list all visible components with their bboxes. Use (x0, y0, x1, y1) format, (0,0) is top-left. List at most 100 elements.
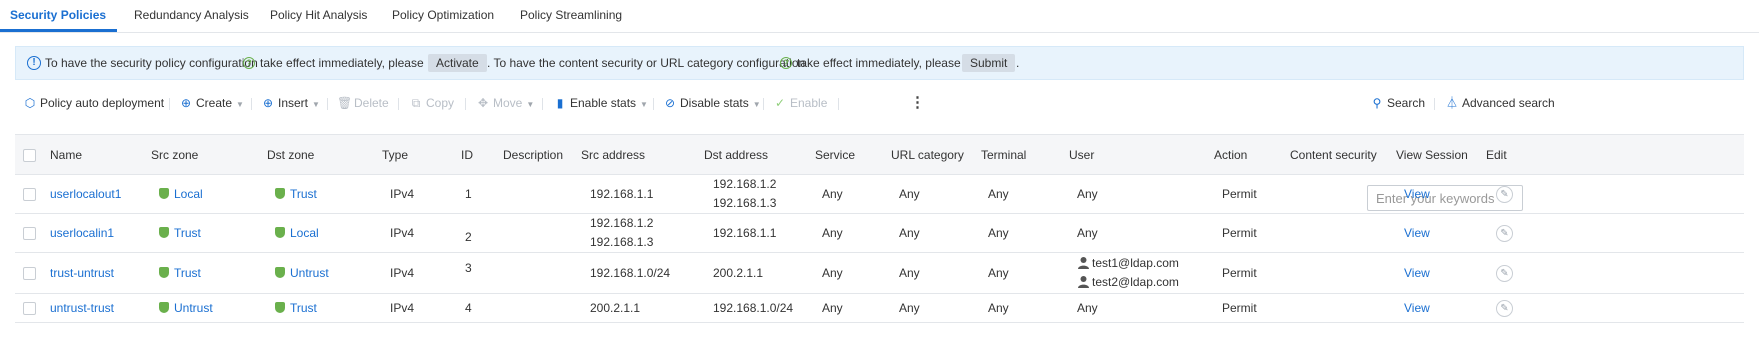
divider (465, 98, 466, 110)
shield-icon (275, 302, 285, 313)
table-row[interactable]: untrust-trust Untrust Trust IPv4 4 200.2… (15, 293, 1744, 323)
policy-table: Name Src zone Dst zone Type ID Descripti… (15, 134, 1744, 323)
dst-zone-link[interactable]: Local (290, 226, 319, 240)
column-header-url-category[interactable]: URL category (891, 134, 981, 175)
view-session-link[interactable]: View (1404, 266, 1430, 280)
id-cell: 3 (457, 252, 503, 294)
column-header-dst-zone[interactable]: Dst zone (267, 134, 382, 175)
edit-icon[interactable]: ✎ (1496, 224, 1513, 242)
dst-zone-link[interactable]: Untrust (290, 266, 329, 280)
tab-security-policies[interactable]: Security Policies (10, 0, 106, 30)
tab-policy-streamlining[interactable]: Policy Streamlining (520, 0, 622, 30)
id-cell: 2 (457, 213, 503, 253)
id-cell: 4 (457, 293, 503, 323)
row-checkbox[interactable] (23, 267, 36, 281)
tab-policy-optimization[interactable]: Policy Optimization (392, 0, 494, 30)
user-cell: Any (1069, 213, 1214, 253)
src-zone-link[interactable]: Untrust (174, 301, 213, 315)
dst-zone-link[interactable]: Trust (290, 187, 317, 201)
search-button[interactable]: ⚲ Search (1370, 88, 1425, 118)
check-circle-icon: ✓ (774, 96, 786, 110)
column-header-edit[interactable]: Edit (1486, 134, 1744, 175)
column-header-content-security[interactable]: Content security (1290, 134, 1396, 175)
edit-icon[interactable]: ✎ (1496, 299, 1513, 317)
divider (169, 98, 170, 110)
src-zone-link[interactable]: Trust (174, 266, 201, 280)
enable-label: Enable (790, 96, 828, 110)
more-options-icon[interactable]: ⋮ (910, 88, 925, 118)
column-header-description[interactable]: Description (503, 134, 581, 175)
column-header-service[interactable]: Service (815, 134, 891, 175)
dst-zone-link[interactable]: Trust (290, 301, 317, 315)
notice-text-1: To have the security policy configuratio… (45, 56, 258, 70)
enable-stats-button[interactable]: ▮ Enable stats ▼ (553, 88, 648, 118)
column-header-terminal[interactable]: Terminal (981, 134, 1069, 175)
tab-redundancy-analysis[interactable]: Redundancy Analysis (134, 0, 249, 30)
content-security-cell (1290, 252, 1396, 294)
divider (251, 98, 252, 110)
table-row[interactable]: userlocalout1 Local Trust IPv4 1 192.168… (15, 174, 1744, 214)
description-cell (503, 213, 581, 253)
shield-icon (159, 227, 169, 238)
active-tab-indicator (0, 29, 117, 32)
shield-icon (159, 267, 169, 278)
column-header-dst-address[interactable]: Dst address (704, 134, 815, 175)
divider (653, 98, 654, 110)
dst-address-value: 192.168.1.0/24 (713, 300, 794, 315)
action-cell: Permit (1214, 213, 1290, 253)
table-row[interactable]: trust-untrust Trust Untrust IPv4 3 192.1… (15, 252, 1744, 294)
disable-stats-button[interactable]: ⊘ Disable stats ▼ (663, 88, 761, 118)
insert-button[interactable]: ⊕ Insert ▼ (261, 88, 320, 118)
copy-button[interactable]: ⧉ Copy (409, 88, 454, 118)
toolbar: ⬡ Policy auto deployment ⊕ Create ▼ ⊕ Insert… (0, 88, 1759, 211)
delete-button[interactable]: 🗑 Delete (337, 88, 389, 118)
url-category-cell: Any (891, 252, 981, 294)
edit-icon[interactable]: ✎ (1496, 185, 1513, 203)
column-header-name[interactable]: Name (50, 134, 151, 175)
policy-name-link[interactable]: trust-untrust (50, 266, 114, 280)
terminal-cell: Any (981, 174, 1069, 214)
view-session-link[interactable]: View (1404, 187, 1430, 201)
service-cell: Any (815, 213, 891, 253)
column-header-type[interactable]: Type (382, 134, 457, 175)
advanced-search-button[interactable]: ⏃ Advanced search (1445, 88, 1555, 118)
table-row[interactable]: userlocalin1 Trust Local IPv4 2 192.168.… (15, 213, 1744, 253)
help-icon[interactable]: ? (780, 57, 792, 69)
create-button[interactable]: ⊕ Create ▼ (179, 88, 244, 118)
row-checkbox[interactable] (23, 188, 36, 202)
view-session-link[interactable]: View (1404, 301, 1430, 315)
user-icon (1078, 276, 1089, 288)
dst-address-value: 200.2.1.1 (713, 265, 764, 280)
dst-address-value: 192.168.1.2 (713, 177, 777, 191)
move-button[interactable]: ✥ Move ▼ (476, 88, 534, 118)
row-checkbox[interactable] (23, 227, 36, 241)
policy-auto-deployment-button[interactable]: ⬡ Policy auto deployment (23, 88, 164, 118)
type-cell: IPv4 (382, 293, 457, 323)
column-header-user[interactable]: User (1069, 134, 1214, 175)
enable-button[interactable]: ✓ Enable (773, 88, 827, 118)
column-header-src-address[interactable]: Src address (581, 134, 704, 175)
edit-icon[interactable]: ✎ (1496, 264, 1513, 282)
tab-policy-hit-analysis[interactable]: Policy Hit Analysis (270, 0, 367, 30)
bar-chart-icon: ▮ (556, 96, 564, 110)
policy-name-link[interactable]: userlocalin1 (50, 226, 114, 240)
type-cell: IPv4 (382, 174, 457, 214)
activate-button[interactable]: Activate (428, 54, 487, 72)
column-header-src-zone[interactable]: Src zone (151, 134, 267, 175)
submit-button[interactable]: Submit (962, 54, 1016, 72)
row-checkbox[interactable] (23, 302, 36, 316)
column-header-id[interactable]: ID (457, 134, 503, 175)
view-session-link[interactable]: View (1404, 226, 1430, 240)
src-zone-link[interactable]: Trust (174, 226, 201, 240)
help-icon[interactable]: ? (243, 57, 255, 69)
select-all-checkbox[interactable] (23, 148, 36, 162)
src-zone-link[interactable]: Local (174, 187, 203, 201)
description-cell (503, 174, 581, 214)
policy-name-link[interactable]: untrust-trust (50, 301, 114, 315)
column-header-view-session[interactable]: View Session (1396, 134, 1486, 175)
policy-name-link[interactable]: userlocalout1 (50, 187, 121, 201)
policy-tabs: Security Policies Redundancy Analysis Po… (0, 0, 1759, 33)
content-security-cell (1290, 174, 1396, 214)
column-header-action[interactable]: Action (1214, 134, 1290, 175)
service-cell: Any (815, 293, 891, 323)
